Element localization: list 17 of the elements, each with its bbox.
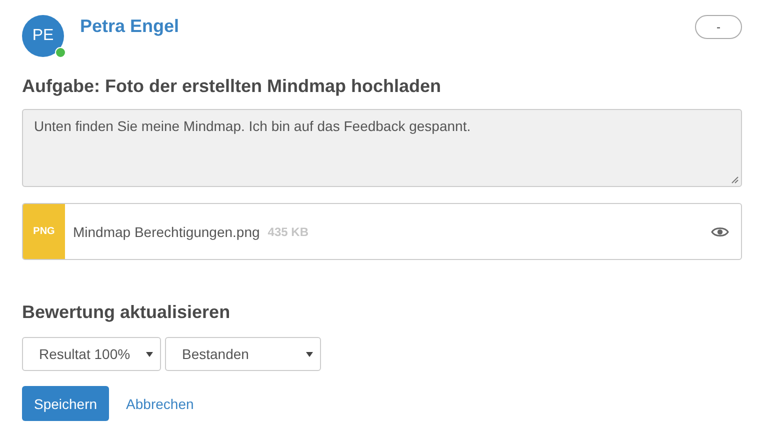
select-dropdown[interactable]: Resultat 100% <box>22 337 161 371</box>
user-avatar: PE <box>22 15 64 57</box>
user-name: Petra Engel <box>80 16 180 37</box>
rating-title: Bewertung aktualisieren <box>22 302 232 323</box>
save-button[interactable]: Speichern <box>22 386 110 421</box>
select-dropdown[interactable]: Bestanden <box>165 337 321 371</box>
file-name: Mindmap Berechtigungen.png <box>73 224 260 240</box>
comment-field[interactable]: Unten finden Sie meine Mindmap. Ich bin auf das Feedback gespannt. <box>22 109 742 187</box>
task-title: Aufgabe: Foto der erstellten Mindmap hochladen <box>22 76 442 97</box>
eye-icon[interactable] <box>711 226 729 238</box>
caret-icon <box>146 352 153 356</box>
resize-grip-icon[interactable] <box>731 176 739 184</box>
caret-icon <box>306 352 313 356</box>
menu-button[interactable]: - <box>695 15 742 39</box>
cancel-link[interactable]: Abbrechen <box>126 396 194 412</box>
file-type-label: PNG <box>23 204 65 259</box>
file-size: 435 KB <box>268 224 310 238</box>
